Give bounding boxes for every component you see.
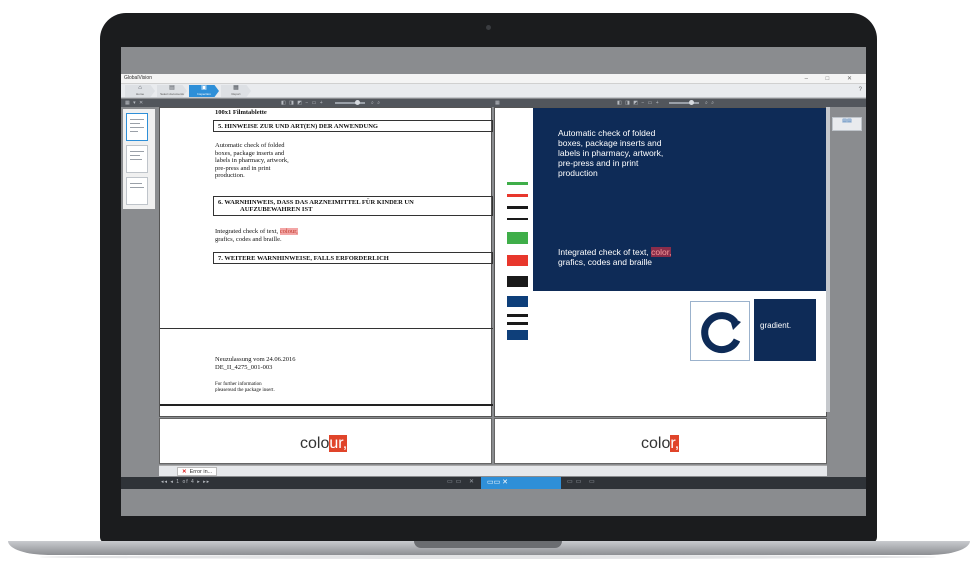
workflow-toolbar: ⌂ Home ▤ Select documents ▣ Inspection ▦… [121, 84, 866, 98]
logo-name: gradient. [754, 299, 816, 361]
documents-icon: ▤ [169, 85, 175, 91]
page-thumbnail[interactable] [126, 177, 148, 205]
page-divider [160, 328, 493, 329]
color-bar [507, 330, 528, 340]
inspection-icon: ▣ [201, 85, 207, 91]
color-bar [507, 194, 528, 197]
right-zoom-knob[interactable] [689, 100, 694, 105]
gradient-logo-icon [690, 301, 750, 361]
difference-highlight[interactable]: color, [651, 247, 672, 257]
error-icon: ✕ [182, 469, 187, 475]
report-icon: ▦ [233, 85, 239, 91]
app-screen: GlobalVision – □ ✕ ⌂ Home ▤ Select docum… [121, 47, 866, 516]
doc-top-line: 100x1 Filmtablette [215, 109, 267, 116]
color-bar [507, 232, 528, 244]
right-search-icon[interactable]: ⌕ ⌕ [705, 99, 715, 107]
page-thumbnail[interactable] [126, 113, 148, 141]
color-bar [507, 206, 528, 209]
step-report[interactable]: ▦ Report [221, 85, 251, 97]
window-controls[interactable]: – □ ✕ [805, 75, 860, 82]
photo-stage: GlobalVision – □ ✕ ⌂ Home ▤ Select docum… [0, 0, 976, 561]
color-bar [507, 296, 528, 307]
home-icon: ⌂ [138, 85, 142, 91]
laptop-notch [414, 541, 562, 548]
color-bar [507, 255, 528, 266]
artwork-text-1: Automatic check of folded boxes, package… [558, 128, 664, 178]
left-zoom-icons[interactable]: ◧ ◨ ◩ − ▭ + [281, 99, 324, 107]
reference-document-pane[interactable]: 100x1 Filmtablette 5. HINWEISE ZUR UND A… [159, 107, 493, 417]
active-view-button[interactable]: ▭▭ ✕ [481, 477, 561, 489]
doc-section-5: 5. HINWEISE ZUR UND ART(EN) DER ANWENDUN… [213, 120, 493, 132]
step-select-documents[interactable]: ▤ Select documents [157, 85, 187, 97]
page-thumbnails [123, 109, 155, 209]
color-bar [507, 182, 528, 185]
laptop-shadow [40, 555, 936, 559]
view-mode-icons[interactable]: ▭▭ ▭ [567, 478, 598, 485]
difference-preview-right: color, [494, 418, 827, 464]
page-bottom-divider [160, 404, 493, 406]
right-tools-icon[interactable]: ▦ [495, 99, 501, 107]
artwork-text-2: Integrated check of text, color, grafics… [558, 247, 672, 267]
page-navigation[interactable]: ◂◂ ◂ 1 of 4 ▸ ▸▸ [161, 479, 210, 485]
right-side-panel: ▤▤ [830, 109, 864, 467]
help-icon[interactable]: ? [859, 87, 862, 93]
left-search-icon[interactable]: ⌕ ⌕ [371, 99, 381, 107]
difference-word-right: color, [641, 435, 680, 452]
results-tabbar: ✕ Error in... [159, 465, 827, 476]
doc-paragraph-1: Automatic check of folded boxes, package… [215, 142, 289, 179]
color-bar [507, 314, 528, 317]
step-inspection[interactable]: ▣ Inspection [189, 85, 219, 97]
doc-footer-note: For further information pleaseread the p… [215, 382, 275, 393]
app-title: GlobalVision [124, 75, 152, 81]
panel-thumbnail[interactable]: ▤▤ [832, 117, 862, 131]
difference-word-left: colour, [300, 435, 348, 452]
step-home[interactable]: ⌂ Home [125, 85, 155, 97]
view-toggle-icons[interactable]: ▭▭ ✕ [447, 478, 477, 485]
title-bar: GlobalVision – □ ✕ [121, 74, 866, 84]
right-zoom-icons[interactable]: ◧ ◨ ◩ − ▭ + [617, 99, 660, 107]
doc-section-7: 7. WEITERE WARNHINWEISE, FALLS ERFORDERL… [213, 252, 493, 264]
doc-section-6: 6. WARNHINWEIS, DASS DAS ARZNEIMITTEL FÜ… [213, 196, 493, 216]
page-thumbnail[interactable] [126, 145, 148, 173]
camera-icon [486, 25, 491, 30]
color-bar [507, 322, 528, 325]
tab-error[interactable]: ✕ Error in... [177, 467, 218, 476]
viewer-toolbar: ▦ ▾ ✕ ◧ ◨ ◩ − ▭ + ⌕ ⌕ ▦ ◧ ◨ ◩ − ▭ + ⌕ ⌕ [121, 99, 866, 107]
right-zoom-slider[interactable] [669, 100, 699, 105]
color-bar [507, 276, 528, 287]
left-zoom-knob[interactable] [355, 100, 360, 105]
difference-highlight[interactable]: colour, [279, 228, 298, 235]
doc-footer: Neuzulassung vom 24.06.2016 DE_II_4275_0… [215, 356, 296, 371]
left-tools-icon[interactable]: ▦ ▾ ✕ [125, 99, 144, 107]
color-bar [507, 218, 528, 220]
artwork-document-pane[interactable]: Automatic check of folded boxes, package… [494, 107, 827, 417]
left-zoom-slider[interactable] [335, 100, 365, 105]
doc-paragraph-2: Integrated check of text, colour, grafic… [215, 228, 298, 243]
status-bar: ◂◂ ◂ 1 of 4 ▸ ▸▸ ▭▭ ✕ ▭▭ ✕ ▭▭ ▭ [121, 477, 866, 489]
difference-preview-left: colour, [159, 418, 492, 464]
